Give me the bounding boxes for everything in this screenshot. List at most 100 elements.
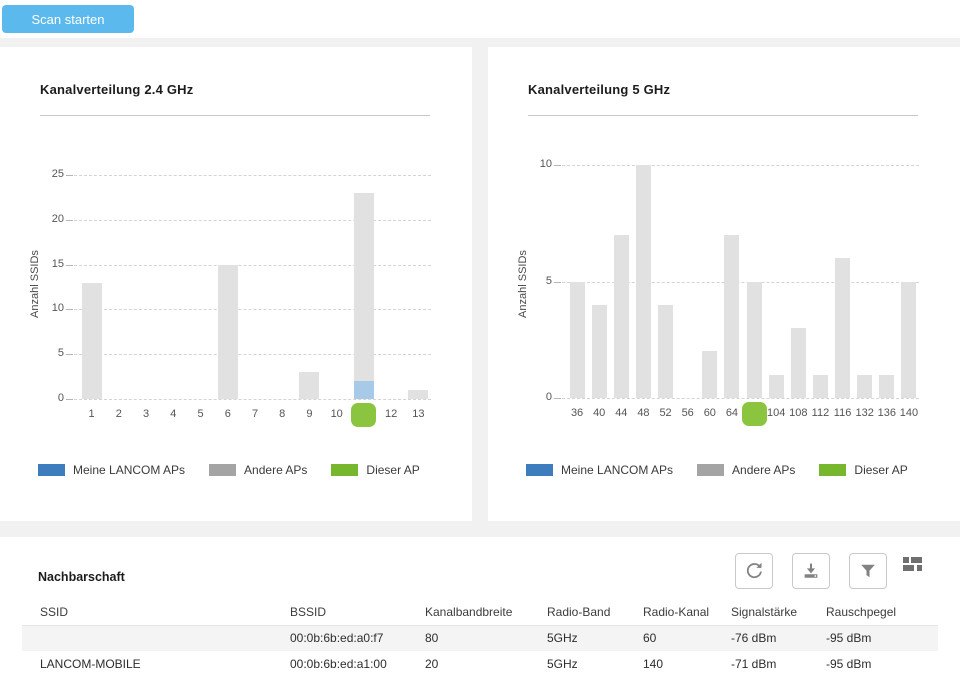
bar-segment [82, 283, 102, 399]
y-tick-label: 15 [20, 258, 64, 270]
refresh-button[interactable] [735, 553, 773, 589]
chart-legend: Meine LANCOM APs Andere APs Dieser AP [526, 463, 932, 477]
table-cell: -95 dBm [808, 651, 938, 677]
widgets-icon[interactable] [903, 557, 922, 571]
bar-segment [299, 372, 319, 399]
y-tick-mark [66, 399, 73, 400]
bar-segment [901, 282, 916, 399]
legend-item: Dieser AP [331, 463, 419, 477]
filter-button[interactable] [849, 553, 887, 589]
table-title: Nachbarschaft [38, 570, 125, 584]
table-cell: 5GHz [529, 651, 625, 677]
bar-segment [879, 375, 894, 398]
bar-segment [354, 381, 374, 399]
y-tick-label: 0 [20, 392, 64, 404]
legend-item: Meine LANCOM APs [526, 463, 673, 477]
gridline [74, 175, 431, 176]
bar-chart-24ghz: 051015202512345678910111213 [0, 47, 472, 521]
column-header[interactable]: BSSID [272, 599, 407, 625]
bar-segment [614, 235, 629, 398]
scan-start-button[interactable]: Scan starten [2, 5, 134, 33]
legend-swatch [526, 464, 553, 476]
bar-segment [791, 328, 806, 398]
gridline [74, 309, 431, 310]
filter-icon [858, 561, 878, 581]
refresh-icon [744, 561, 764, 581]
bar-segment [747, 282, 762, 399]
channel-distribution-5ghz-panel: Kanalverteilung 5 GHz Anzahl SSIDs 05103… [488, 47, 960, 521]
chart-legend: Meine LANCOM APs Andere APs Dieser AP [38, 463, 444, 477]
bar-segment [769, 375, 784, 398]
bar-segment [636, 165, 651, 398]
top-toolbar: Scan starten [0, 0, 960, 38]
legend-item: Dieser AP [819, 463, 907, 477]
gridline [562, 398, 919, 399]
column-header[interactable]: Rauschpegel [808, 599, 938, 625]
column-header[interactable]: Radio-Kanal [625, 599, 713, 625]
y-tick-label: 10 [20, 302, 64, 314]
y-tick-label: 10 [508, 158, 552, 170]
table-cell [22, 625, 272, 651]
legend-label: Dieser AP [854, 463, 907, 477]
legend-item: Meine LANCOM APs [38, 463, 185, 477]
legend-swatch [209, 464, 236, 476]
legend-swatch [38, 464, 65, 476]
bar-segment [570, 282, 585, 399]
column-header[interactable]: Signalstärke [713, 599, 808, 625]
bar-segment [592, 305, 607, 398]
legend-item: Andere APs [697, 463, 795, 477]
y-tick-mark [554, 398, 561, 399]
y-tick-mark [66, 175, 73, 176]
gridline [74, 265, 431, 266]
y-tick-label: 5 [508, 275, 552, 287]
legend-label: Andere APs [732, 463, 795, 477]
bar-segment [408, 390, 428, 399]
table-row[interactable]: LANCOM-MOBILE00:0b:6b:ed:a1:00205GHz140-… [22, 651, 938, 677]
gridline [562, 165, 919, 166]
bar-segment [857, 375, 872, 398]
bar-segment [218, 265, 238, 399]
table-cell: -95 dBm [808, 625, 938, 651]
y-tick-mark [554, 282, 561, 283]
legend-swatch [331, 464, 358, 476]
legend-label: Meine LANCOM APs [561, 463, 673, 477]
table-cell: 00:0b:6b:ed:a0:f7 [272, 625, 407, 651]
table-cell: 140 [625, 651, 713, 677]
neighborhood-table: SSIDBSSIDKanalbandbreiteRadio-BandRadio-… [22, 599, 938, 677]
y-tick-label: 25 [20, 168, 64, 180]
y-tick-mark [66, 220, 73, 221]
y-tick-label: 0 [508, 391, 552, 403]
table-cell: -76 dBm [713, 625, 808, 651]
bar-segment [724, 235, 739, 398]
bar-segment [813, 375, 828, 398]
column-header[interactable]: Kanalbandbreite [407, 599, 529, 625]
gridline [74, 220, 431, 221]
bar-chart-5ghz: 0510364044485256606410010410811211613213… [488, 47, 960, 521]
table-cell: -71 dBm [713, 651, 808, 677]
y-tick-mark [554, 165, 561, 166]
x-tick-label: 13 [400, 408, 436, 420]
y-tick-mark [66, 309, 73, 310]
y-tick-label: 5 [20, 347, 64, 359]
table-cell: 20 [407, 651, 529, 677]
column-header[interactable]: SSID [22, 599, 272, 625]
channel-distribution-24ghz-panel: Kanalverteilung 2.4 GHz Anzahl SSIDs 051… [0, 47, 472, 521]
download-button[interactable] [792, 553, 830, 589]
legend-label: Meine LANCOM APs [73, 463, 185, 477]
table-header-row: SSIDBSSIDKanalbandbreiteRadio-BandRadio-… [22, 599, 938, 625]
legend-swatch [819, 464, 846, 476]
bar-segment [835, 258, 850, 398]
gridline [74, 354, 431, 355]
y-tick-mark [66, 354, 73, 355]
legend-swatch [697, 464, 724, 476]
y-tick-mark [66, 265, 73, 266]
legend-item: Andere APs [209, 463, 307, 477]
y-tick-label: 20 [20, 213, 64, 225]
table-toolbar [716, 553, 887, 589]
legend-label: Dieser AP [366, 463, 419, 477]
bar-segment [354, 193, 374, 381]
table-cell: LANCOM-MOBILE [22, 651, 272, 677]
table-row[interactable]: 00:0b:6b:ed:a0:f7805GHz60-76 dBm-95 dBm [22, 625, 938, 651]
bar-segment [658, 305, 673, 398]
column-header[interactable]: Radio-Band [529, 599, 625, 625]
